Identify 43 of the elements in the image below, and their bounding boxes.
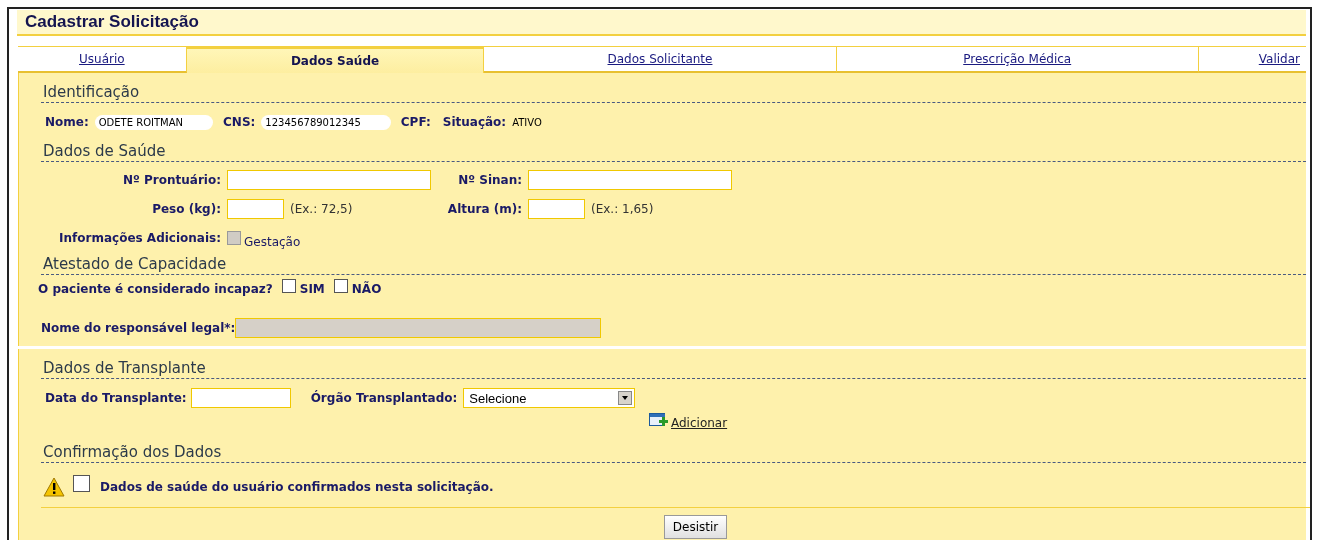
- tab[interactable]: Dados Solicitante: [484, 47, 837, 73]
- field-label: Peso (kg):: [151, 202, 221, 216]
- field-value: 123456789012345: [261, 114, 391, 130]
- confirmation-text: Dados de saúde do usuário confirmados nesta solicitação.: [100, 480, 494, 494]
- field-label: Nº Sinan:: [457, 173, 522, 187]
- checkbox-label: NÃO: [351, 282, 382, 296]
- checkbox-label: SIM: [299, 282, 325, 296]
- organ-dropdown[interactable]: Selecione: [463, 388, 636, 408]
- tab[interactable]: Prescrição Médica: [836, 47, 1199, 73]
- section-heading: Identificação: [41, 73, 1306, 103]
- field-label: Nome do responsável legal*:: [41, 321, 236, 335]
- warning-icon: [43, 477, 65, 497]
- checkbox[interactable]: [73, 474, 90, 492]
- field-label: Altura (m):: [446, 202, 522, 216]
- hint-text: (Ex.: 1,65): [591, 202, 654, 216]
- checkbox[interactable]: [333, 279, 348, 293]
- section-heading: Dados de Transplante: [41, 349, 1306, 379]
- field-label: Nome:: [45, 115, 89, 129]
- field-label: CNS:: [223, 115, 256, 129]
- date-field[interactable]: [190, 388, 291, 408]
- field-label: Órgão Transplantado:: [310, 391, 458, 405]
- add-link[interactable]: Adicionar: [649, 413, 728, 430]
- page-title: Cadastrar Solicitação: [25, 12, 199, 32]
- field-value: ATIVO: [512, 116, 542, 128]
- field-value: ODETE ROITMAN: [94, 114, 214, 130]
- checkbox[interactable]: [281, 279, 296, 293]
- field-label: Informações Adicionais:: [58, 231, 221, 245]
- tab[interactable]: Dados Saúde: [186, 47, 485, 73]
- input-field[interactable]: [528, 170, 732, 190]
- input-field[interactable]: [528, 199, 585, 219]
- question-text: O paciente é considerado incapaz?: [38, 282, 273, 296]
- section-heading: Dados de Saúde: [41, 132, 1306, 162]
- input-field[interactable]: [227, 170, 431, 190]
- tab[interactable]: Usuário: [18, 47, 187, 73]
- field-label: Situação:: [442, 115, 507, 129]
- cancel-button[interactable]: Desistir: [663, 515, 728, 539]
- section-heading: Confirmação dos Dados: [41, 433, 1306, 463]
- input-field[interactable]: [227, 199, 284, 219]
- field-label: Nº Prontuário:: [122, 173, 221, 187]
- field-label: Data do Transplante:: [45, 391, 187, 405]
- tab[interactable]: Validar: [1198, 47, 1306, 73]
- field-label: CPF:: [400, 115, 431, 129]
- hint-text: (Ex.: 72,5): [290, 202, 353, 216]
